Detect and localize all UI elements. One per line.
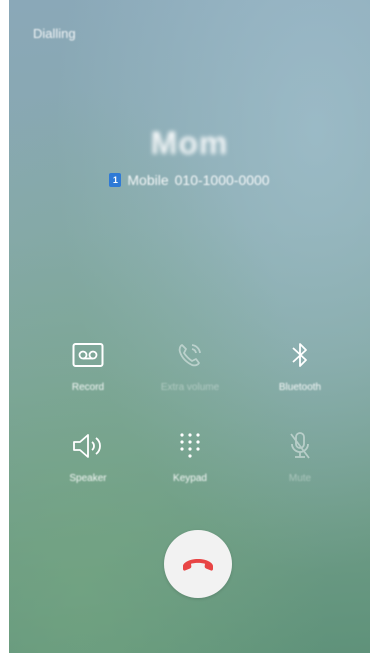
extra-volume-button[interactable]: Extra volume [135, 337, 245, 393]
speaker-button[interactable]: Speaker [33, 428, 143, 484]
line-type: Mobile [127, 172, 169, 188]
bluetooth-label: Bluetooth [278, 382, 322, 393]
call-status: Dialling [33, 26, 76, 41]
caller-name: Mom [150, 125, 229, 161]
keypad-icon [172, 428, 208, 464]
record-label: Record [71, 382, 105, 393]
caller-number-line: 1 Mobile 010-1000-0000 [9, 172, 370, 188]
extra-volume-label: Extra volume [160, 382, 220, 393]
keypad-button[interactable]: Keypad [135, 428, 245, 484]
record-button[interactable]: Record [33, 337, 143, 393]
phone-hangup-icon [181, 555, 215, 573]
call-screen: Dialling Mom 1 Mobile 010-1000-0000 Reco… [9, 0, 370, 653]
voicemail-icon [70, 337, 106, 373]
sim-badge: 1 [109, 173, 122, 187]
end-call-button[interactable] [164, 530, 232, 598]
mute-label: Mute [288, 473, 312, 484]
mic-off-icon [282, 428, 318, 464]
speaker-icon [70, 428, 106, 464]
mute-button[interactable]: Mute [245, 428, 355, 484]
bluetooth-icon [282, 337, 318, 373]
extra-volume-icon [172, 337, 208, 373]
keypad-label: Keypad [173, 473, 207, 484]
phone-number: 010-1000-0000 [174, 172, 270, 188]
speaker-label: Speaker [69, 473, 107, 484]
bluetooth-button[interactable]: Bluetooth [245, 337, 355, 393]
